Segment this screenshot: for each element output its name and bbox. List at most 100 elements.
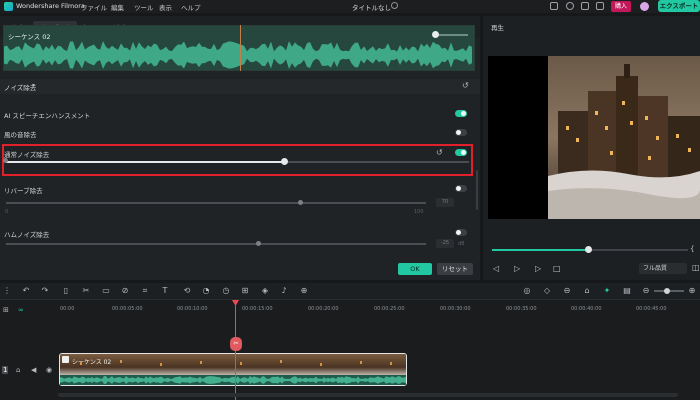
- cut-icon[interactable]: ✂: [82, 287, 90, 295]
- clip-audio-graph: [60, 376, 406, 384]
- menu-tools[interactable]: ツール: [134, 2, 154, 12]
- normal-denoise-label: 通常ノイズ除去: [4, 151, 50, 159]
- hum-track[interactable]: [6, 243, 426, 245]
- waveform-label: シーケンス 02: [8, 33, 51, 41]
- cloud-icon[interactable]: [566, 2, 574, 10]
- reverb-value[interactable]: 70: [436, 198, 454, 207]
- rotate-icon[interactable]: ⟲: [183, 287, 191, 295]
- adjust-icon[interactable]: ⊞: [241, 287, 249, 295]
- screenshot-icon[interactable]: ◫: [692, 263, 700, 272]
- mark-in-icon[interactable]: {: [690, 245, 694, 253]
- step-back-icon[interactable]: ▷: [514, 264, 520, 273]
- preview-scrub-knob[interactable]: [585, 246, 593, 253]
- zoom-out-icon[interactable]: ⊖: [642, 287, 650, 295]
- undo-icon[interactable]: ↶: [22, 287, 30, 295]
- waveform-playhead: [240, 25, 241, 71]
- mic-icon[interactable]: ⌂: [583, 287, 591, 295]
- menu-edit[interactable]: 編集: [111, 2, 124, 12]
- normal-denoise-start-knob[interactable]: [3, 158, 8, 163]
- waveform-shape: [60, 376, 406, 384]
- speed-icon[interactable]: ◔: [202, 287, 210, 295]
- color-icon[interactable]: ◈: [261, 287, 269, 295]
- panel-scrollbar[interactable]: [476, 170, 478, 210]
- link-icon[interactable]: ∞: [18, 306, 24, 314]
- quality-select[interactable]: フル品質: [639, 263, 687, 274]
- reverb-knob[interactable]: [298, 200, 303, 205]
- reset-button[interactable]: リセット: [437, 263, 473, 275]
- crop-icon[interactable]: ⌗: [141, 287, 149, 295]
- zoom-knob[interactable]: [664, 288, 670, 294]
- normal-denoise-toggle[interactable]: [455, 149, 467, 156]
- ruler-label: 00:00:15:00: [242, 306, 273, 312]
- clip-volume-slider[interactable]: [436, 34, 468, 36]
- split-icon[interactable]: ▭: [102, 287, 110, 295]
- reverb-removal-toggle[interactable]: [455, 185, 467, 192]
- clip-volume-knob[interactable]: [432, 31, 439, 38]
- layout-icon[interactable]: [581, 2, 589, 10]
- hum-value[interactable]: -25: [436, 239, 454, 248]
- text-icon[interactable]: T: [161, 287, 169, 295]
- redo-icon[interactable]: ↷: [41, 287, 49, 295]
- zoom-in-icon[interactable]: ⊕: [688, 287, 696, 295]
- document-title: タイトルなし: [352, 4, 391, 12]
- menu-view[interactable]: 表示: [159, 2, 172, 12]
- filmora-logo-icon: [4, 2, 13, 11]
- save-icon[interactable]: [550, 2, 558, 10]
- ai-speech-toggle[interactable]: [455, 110, 467, 117]
- timer-icon[interactable]: ◷: [222, 287, 230, 295]
- add-track-icon[interactable]: ⊞: [3, 306, 9, 314]
- timeline-scrollbar[interactable]: [58, 393, 678, 397]
- hum-knob[interactable]: [256, 241, 261, 246]
- ruler-label: 00:00:35:00: [506, 306, 537, 312]
- ruler-label: 00:00:20:00: [308, 306, 339, 312]
- normal-denoise-knob[interactable]: [280, 158, 288, 165]
- lock-icon[interactable]: ⌂: [16, 366, 20, 374]
- menu-file[interactable]: ファイル: [81, 2, 107, 12]
- stop-icon[interactable]: □: [553, 264, 561, 273]
- ruler-label: 00:00:40:00: [571, 306, 602, 312]
- reset-icon[interactable]: ↺: [436, 148, 443, 157]
- layout-grid-icon[interactable]: ⋮: [3, 287, 11, 295]
- reset-icon[interactable]: ↺: [462, 81, 469, 90]
- more-icon[interactable]: ⊕: [300, 287, 308, 295]
- ai-speech-label: AI スピーチエンハンスメント: [4, 112, 91, 120]
- ruler-label: 00:00:45:00: [636, 306, 667, 312]
- export-button[interactable]: エクスポート: [658, 0, 700, 12]
- ok-button[interactable]: OK: [398, 263, 432, 275]
- hum-removal-toggle[interactable]: [455, 229, 467, 236]
- ruler-label: 00:00: [60, 306, 75, 312]
- render-icon[interactable]: ◎: [523, 287, 531, 295]
- shield-icon[interactable]: ◇: [543, 287, 551, 295]
- mute-icon[interactable]: ◀: [31, 366, 36, 374]
- delete-icon[interactable]: ▯: [62, 287, 70, 295]
- video-frame-image: [548, 56, 700, 219]
- clip-audio-waveform: [60, 375, 406, 385]
- highlight-box: [2, 144, 473, 176]
- reverb-track[interactable]: [6, 202, 426, 204]
- menu-help[interactable]: ヘルプ: [181, 2, 201, 12]
- prev-frame-icon[interactable]: ◁: [493, 264, 499, 273]
- preview-progress: [492, 249, 589, 251]
- track-number: 1: [2, 366, 9, 374]
- audio-icon[interactable]: ♪: [280, 287, 288, 295]
- chevron-down-icon[interactable]: ▾: [32, 82, 35, 89]
- info-icon[interactable]: [391, 2, 398, 9]
- grid-icon[interactable]: [596, 2, 604, 10]
- layout-icon[interactable]: ▤: [623, 287, 631, 295]
- clip-thumbnails: [60, 354, 406, 376]
- ruler-label: 00:00:25:00: [374, 306, 405, 312]
- buy-button[interactable]: 購入: [611, 1, 631, 12]
- waveform-graph: [4, 41, 472, 69]
- tag-icon[interactable]: ⊘: [121, 287, 129, 295]
- eye-icon[interactable]: ◉: [46, 366, 52, 374]
- marker-icon[interactable]: ⊖: [563, 287, 571, 295]
- noise-section-header[interactable]: [0, 79, 480, 94]
- snap-icon[interactable]: ✦: [603, 287, 611, 295]
- playhead-marker-icon[interactable]: ✂: [230, 337, 242, 351]
- title-bar: Wondershare Filmora ファイル 編集 ツール 表示 ヘルプ タ…: [0, 0, 700, 13]
- play-icon[interactable]: ▷: [535, 264, 541, 273]
- playhead[interactable]: [235, 303, 236, 400]
- clip-label: シーケンス 02: [72, 359, 112, 366]
- wind-removal-toggle[interactable]: [455, 129, 467, 136]
- avatar[interactable]: [640, 2, 649, 11]
